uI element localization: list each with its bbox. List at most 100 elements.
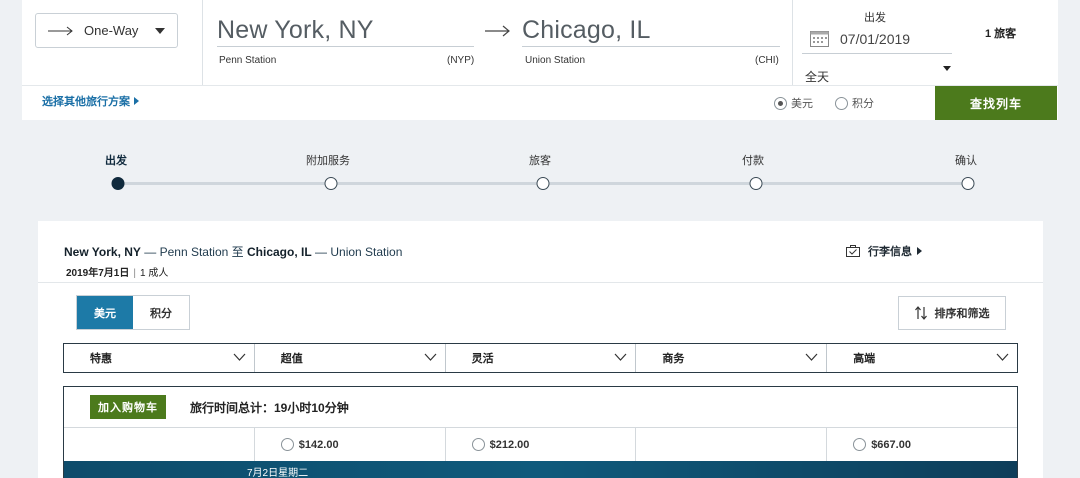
sort-filter-label: 排序和筛选 [934,308,990,320]
fare-col-label: 灵活 [471,353,494,365]
traveler-count: 1 成人 [139,268,169,279]
price-cell-business [636,428,828,461]
search-panel: One-Way New York, NY Penn Station (NYP) … [22,0,1058,120]
destination-station: Union Station [525,55,586,66]
radio-icon [471,438,485,451]
date-input[interactable]: 07/01/2019 [840,31,910,47]
trip-date-value: 2019年7月1日 [66,268,130,279]
fare-col-flexible[interactable]: 灵活 [446,344,637,372]
luggage-icon [846,245,860,257]
luggage-info-link[interactable]: 行李信息 [846,243,922,259]
step-label-confirm: 确认 [955,155,977,167]
price-cell-premium[interactable]: $667.00 [827,428,1017,461]
summary-from-city: New York, NY [64,245,141,259]
other-plans-link[interactable]: 选择其他旅行方案 [42,93,139,109]
find-trains-button[interactable]: 查找列车 [935,86,1057,120]
divider [38,282,1043,283]
currency-usd-label: 美元 [791,98,813,110]
chevron-down-icon [155,28,165,34]
chevron-down-icon [805,353,818,361]
booking-progress: 出发 附加服务 旅客 付款 确认 [0,120,1080,220]
toggle-points[interactable]: 积分 [133,296,189,329]
price-row: $142.00 $212.00 $667.00 [64,428,1017,461]
summary-from-station: — Penn Station 至 [144,245,244,259]
time-select[interactable]: 全天 [805,68,829,85]
fare-col-business[interactable]: 商务 [636,344,828,372]
step-label-payment: 付款 [742,155,764,167]
price-value: $667.00 [871,438,911,451]
one-way-arrow-icon [48,26,73,35]
toggle-usd[interactable]: 美元 [77,296,133,329]
chevron-down-icon[interactable] [943,66,951,71]
step-dot-confirm [961,177,975,190]
radio-icon [853,438,867,451]
travel-time: 旅行时间总计：19小时10分钟 [190,400,349,415]
fare-class-header: 特惠 超值 灵活 商务 高端 [63,343,1018,373]
origin-city-input[interactable]: New York, NY [217,16,374,45]
currency-points-label: 积分 [852,98,874,110]
chevron-down-icon [996,353,1009,361]
results-card: New York, NY — Penn Station 至 Chicago, I… [38,221,1043,478]
origin-station: Penn Station [219,55,277,66]
date-underline [802,53,952,54]
radio-icon [835,96,848,110]
radio-icon [774,96,787,110]
fare-col-saver[interactable]: 特惠 [64,344,255,372]
summary-to-city: Chicago, IL [247,245,312,259]
fare-col-label: 超值 [280,353,303,365]
caret-right-icon [134,97,139,105]
divider [202,0,203,85]
fare-col-value[interactable]: 超值 [255,344,446,372]
currency-points-radio[interactable]: 积分 [835,95,874,111]
trip-type-select[interactable]: One-Way [35,13,178,48]
caret-right-icon [917,247,922,255]
train-detail-bar[interactable]: 7月2日星期二 [64,461,1017,478]
origin-code: (NYP) [447,55,475,66]
chevron-down-icon [233,353,246,361]
currency-usd-radio[interactable]: 美元 [774,95,813,111]
calendar-icon[interactable] [810,29,829,47]
currency-toggle: 美元 积分 [76,295,190,330]
train-option: 加入购物车 旅行时间总计：19小时10分钟 $142.00 $212.00 $6… [63,386,1018,478]
other-plans-label: 选择其他旅行方案 [42,96,130,108]
divider [22,85,1058,86]
price-cell-flexible[interactable]: $212.00 [446,428,637,461]
step-label-passengers: 旅客 [529,155,551,167]
step-dot-extras [324,177,338,190]
price-value: $142.00 [298,438,339,451]
sort-filter-button[interactable]: 排序和筛选 [898,296,1006,330]
luggage-info-label: 行李信息 [868,246,912,258]
passenger-select[interactable]: 1 旅客 [985,25,1016,41]
origin-underline [217,46,474,47]
train-option-header: 加入购物车 旅行时间总计：19小时10分钟 [64,387,1017,428]
radio-icon [280,438,294,451]
fare-col-premium[interactable]: 高端 [827,344,1017,372]
chevron-down-icon [614,353,627,361]
step-dot-payment [749,177,763,190]
fare-col-label: 商务 [662,353,685,365]
sort-icon [914,306,927,320]
add-to-cart-button[interactable]: 加入购物车 [90,395,166,419]
destination-city-input[interactable]: Chicago, IL [522,16,651,45]
depart-label: 出发 [864,12,886,24]
price-cell-saver [64,428,255,461]
destination-code: (CHI) [755,55,779,66]
price-cell-value[interactable]: $142.00 [255,428,446,461]
route-arrow-icon [485,25,510,37]
trip-type-label: One-Way [84,23,139,38]
step-label-extras: 附加服务 [306,155,350,167]
step-dot-depart [111,177,125,190]
trip-date: 2019年7月1日 | 1 成人 [66,264,168,279]
destination-underline [522,46,780,47]
next-day-date: 7月2日星期二 [247,468,309,478]
route-summary: New York, NY — Penn Station 至 Chicago, I… [64,243,402,260]
price-value: $212.00 [489,438,530,451]
fare-col-label: 特惠 [90,353,112,365]
fare-col-label: 高端 [853,353,876,365]
chevron-down-icon [424,353,437,361]
divider [792,0,793,85]
step-dot-passengers [536,177,550,190]
step-label-depart: 出发 [105,155,127,167]
summary-to-station: — Union Station [315,245,403,259]
trip-date-sep: | [133,268,136,279]
